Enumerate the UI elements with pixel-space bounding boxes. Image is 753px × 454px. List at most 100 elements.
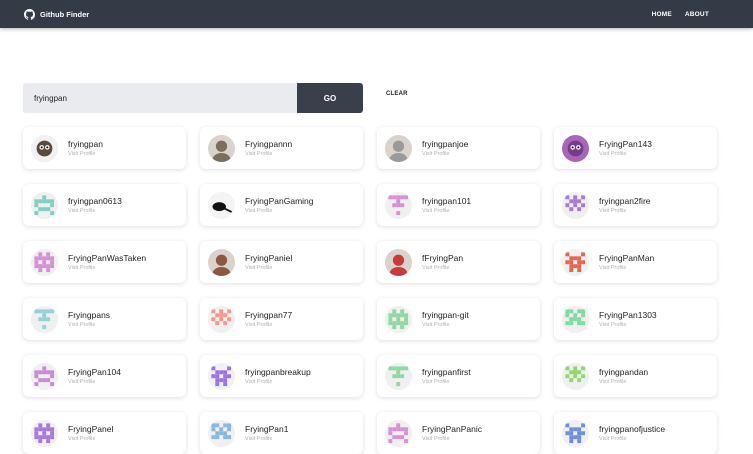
user-info: Fryingpans Visit Profile xyxy=(68,310,110,328)
user-avatar xyxy=(562,134,589,162)
user-login: fFryingPan xyxy=(422,253,464,263)
user-card[interactable]: FryingPan143 Visit Profile xyxy=(554,127,717,169)
user-login: FryingPan1303 xyxy=(599,310,657,320)
user-avatar xyxy=(208,362,235,390)
visit-profile-link[interactable]: Visit Profile xyxy=(599,436,665,442)
visit-profile-link[interactable]: Visit Profile xyxy=(422,208,471,214)
user-info: fryingpanjoe Visit Profile xyxy=(422,139,468,157)
user-avatar xyxy=(562,305,589,333)
user-card[interactable]: fryingpanofjustice Visit Profile xyxy=(554,412,717,454)
user-login: FryingPan104 xyxy=(68,367,121,377)
user-card[interactable]: FryingPan1 Visit Profile xyxy=(200,412,363,454)
user-avatar xyxy=(562,248,589,276)
search-input[interactable] xyxy=(23,83,297,113)
nav-home-link[interactable]: HOME xyxy=(652,11,672,18)
visit-profile-link[interactable]: Visit Profile xyxy=(68,151,103,157)
user-card[interactable]: FryingPanel Visit Profile xyxy=(23,412,186,454)
user-avatar xyxy=(562,419,589,447)
user-login: FryingPan1 xyxy=(245,424,289,434)
brand-title: Github Finder xyxy=(40,9,90,19)
user-card[interactable]: Fryingpannn Visit Profile xyxy=(200,127,363,169)
user-login: fryingpan-git xyxy=(422,310,469,320)
clear-button[interactable]: CLEAR xyxy=(386,91,408,97)
visit-profile-link[interactable]: Visit Profile xyxy=(599,322,657,328)
github-icon xyxy=(24,8,35,20)
user-card[interactable]: Fryingpans Visit Profile xyxy=(23,298,186,340)
visit-profile-link[interactable]: Visit Profile xyxy=(68,208,122,214)
visit-profile-link[interactable]: Visit Profile xyxy=(245,436,288,442)
user-card[interactable]: FryingPan1303 Visit Profile xyxy=(554,298,717,340)
user-login: FryingPanGaming xyxy=(245,196,314,206)
user-card[interactable]: FryingPanGaming Visit Profile xyxy=(200,184,363,226)
user-card[interactable]: fryingpanfirst Visit Profile xyxy=(377,355,540,397)
user-info: FryingPan1 Visit Profile xyxy=(245,424,288,442)
visit-profile-link[interactable]: Visit Profile xyxy=(245,265,292,271)
user-card[interactable]: fryingpan-git Visit Profile xyxy=(377,298,540,340)
user-card[interactable]: fryingpanjoe Visit Profile xyxy=(377,127,540,169)
user-avatar xyxy=(31,305,58,333)
user-login: FryingPaniel xyxy=(245,253,293,263)
user-avatar xyxy=(562,191,589,219)
user-card[interactable]: fryingpan101 Visit Profile xyxy=(377,184,540,226)
user-info: fryingpan101 Visit Profile xyxy=(422,196,471,214)
user-login: Fryingpans xyxy=(68,310,111,320)
visit-profile-link[interactable]: Visit Profile xyxy=(599,151,652,157)
user-avatar xyxy=(385,191,412,219)
nav-links: HOME ABOUT xyxy=(652,11,709,18)
user-info: Fryingpan77 Visit Profile xyxy=(245,310,292,328)
visit-profile-link[interactable]: Visit Profile xyxy=(245,151,292,157)
visit-profile-link[interactable]: Visit Profile xyxy=(422,379,471,385)
user-info: fryingpan-git Visit Profile xyxy=(422,310,469,328)
user-card[interactable]: Fryingpan77 Visit Profile xyxy=(200,298,363,340)
visit-profile-link[interactable]: Visit Profile xyxy=(422,436,482,442)
user-card[interactable]: fryingpan0613 Visit Profile xyxy=(23,184,186,226)
user-card[interactable]: FryingPanPanic Visit Profile xyxy=(377,412,540,454)
user-avatar xyxy=(208,248,235,276)
visit-profile-link[interactable]: Visit Profile xyxy=(422,151,468,157)
user-login: fryingpan xyxy=(68,139,103,149)
user-avatar xyxy=(208,191,235,219)
user-avatar xyxy=(31,191,58,219)
visit-profile-link[interactable]: Visit Profile xyxy=(422,265,463,271)
visit-profile-link[interactable]: Visit Profile xyxy=(68,436,113,442)
visit-profile-link[interactable]: Visit Profile xyxy=(68,265,146,271)
user-login: fryingpandan xyxy=(599,367,649,377)
user-card[interactable]: fryingpandan Visit Profile xyxy=(554,355,717,397)
user-login: fryingpan101 xyxy=(422,196,472,206)
go-button[interactable]: GO xyxy=(297,83,363,113)
visit-profile-link[interactable]: Visit Profile xyxy=(68,322,110,328)
navbar: Github Finder HOME ABOUT xyxy=(0,0,753,28)
nav-about-link[interactable]: ABOUT xyxy=(685,11,709,18)
visit-profile-link[interactable]: Visit Profile xyxy=(245,208,314,214)
visit-profile-link[interactable]: Visit Profile xyxy=(245,322,292,328)
visit-profile-link[interactable]: Visit Profile xyxy=(599,265,654,271)
user-avatar xyxy=(385,134,412,162)
visit-profile-link[interactable]: Visit Profile xyxy=(599,208,651,214)
user-info: fryingpan Visit Profile xyxy=(68,139,103,157)
brand[interactable]: Github Finder xyxy=(24,8,90,20)
visit-profile-link[interactable]: Visit Profile xyxy=(422,322,469,328)
user-info: fryingpanofjustice Visit Profile xyxy=(599,424,665,442)
user-card[interactable]: FryingPan104 Visit Profile xyxy=(23,355,186,397)
user-card[interactable]: FryingPaniel Visit Profile xyxy=(200,241,363,283)
user-info: FryingPanPanic Visit Profile xyxy=(422,424,482,442)
user-avatar xyxy=(208,419,235,447)
user-info: FryingPanWasTaken Visit Profile xyxy=(68,253,146,271)
visit-profile-link[interactable]: Visit Profile xyxy=(245,379,311,385)
user-avatar xyxy=(385,362,412,390)
user-card[interactable]: FryingPanMan Visit Profile xyxy=(554,241,717,283)
visit-profile-link[interactable]: Visit Profile xyxy=(68,379,121,385)
user-card[interactable]: fryingpan Visit Profile xyxy=(23,127,186,169)
user-login: FryingPan143 xyxy=(599,139,652,149)
user-card[interactable]: fFryingPan Visit Profile xyxy=(377,241,540,283)
user-info: fryingpan0613 Visit Profile xyxy=(68,196,122,214)
user-card[interactable]: FryingPanWasTaken Visit Profile xyxy=(23,241,186,283)
user-avatar xyxy=(385,305,412,333)
user-info: FryingPan1303 Visit Profile xyxy=(599,310,657,328)
user-card[interactable]: fryingpanbreakup Visit Profile xyxy=(200,355,363,397)
visit-profile-link[interactable]: Visit Profile xyxy=(599,379,648,385)
user-login: fryingpanjoe xyxy=(422,139,469,149)
user-info: fryingpandan Visit Profile xyxy=(599,367,648,385)
user-card[interactable]: fryingpan2fire Visit Profile xyxy=(554,184,717,226)
user-login: FryingPanPanic xyxy=(422,424,483,434)
